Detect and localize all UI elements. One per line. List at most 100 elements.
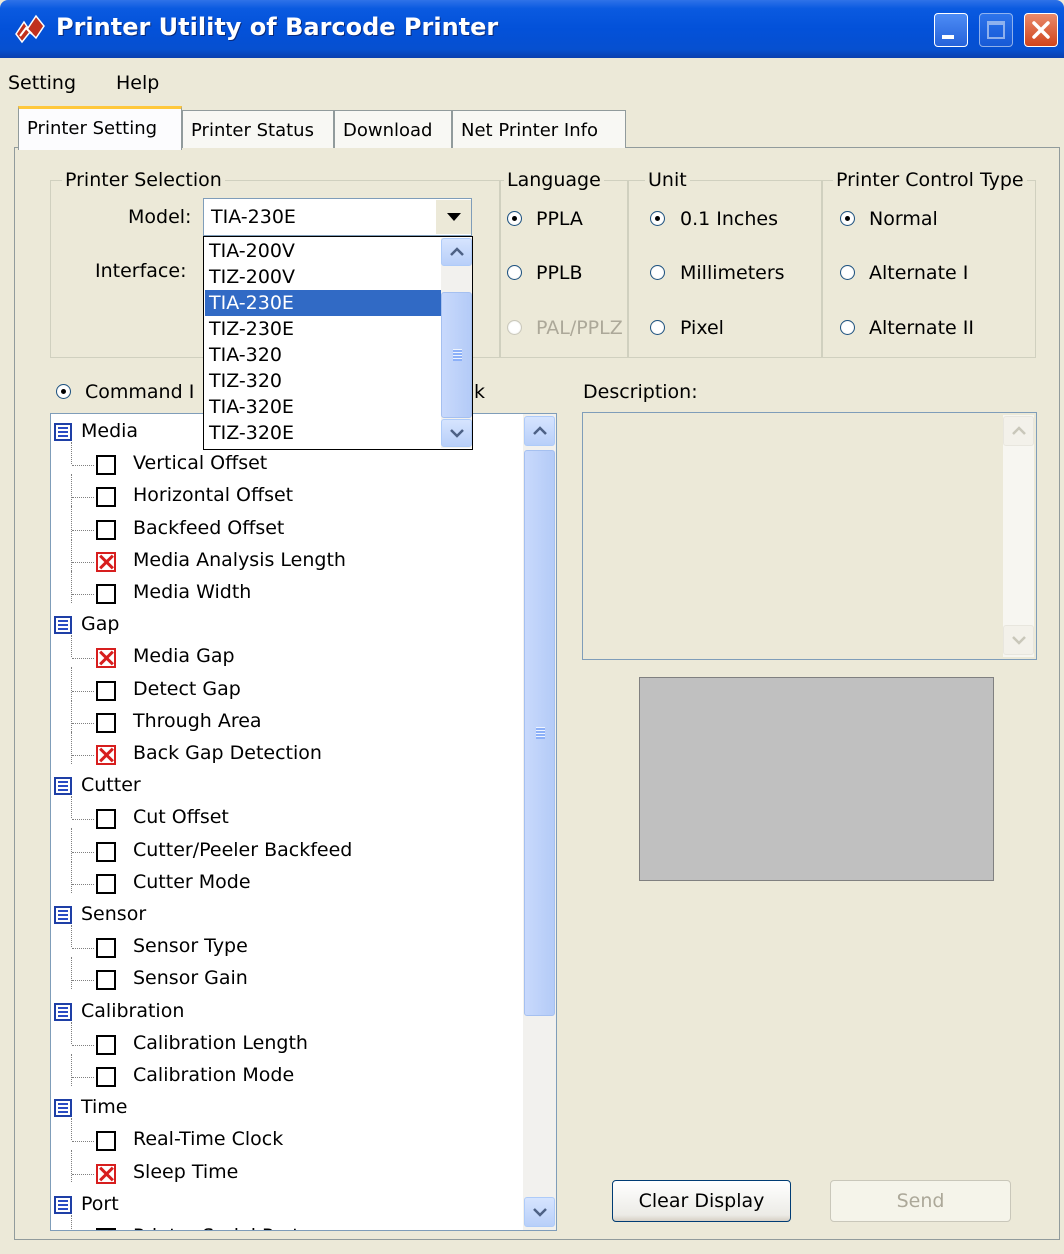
model-option[interactable]: TIZ-320 — [205, 368, 443, 394]
model-option[interactable]: TIA-230E — [205, 290, 443, 316]
tree-item-checkbox[interactable] — [96, 552, 116, 572]
chevron-down-icon — [1011, 636, 1026, 645]
tree-item-label[interactable]: Detect Gap — [133, 678, 241, 700]
tree-item-label[interactable]: Real-Time Clock — [133, 1128, 283, 1150]
tree-item-label[interactable]: Horizontal Offset — [133, 484, 293, 506]
description-box[interactable] — [582, 412, 1037, 660]
tree-item-checkbox[interactable] — [96, 487, 116, 507]
tree-category[interactable]: Calibration — [81, 1000, 184, 1022]
tree-item-label[interactable]: Through Area — [133, 710, 262, 732]
tree-connector — [71, 925, 72, 947]
category-icon — [54, 616, 72, 634]
tree-item-label[interactable]: Printer Serial Port — [133, 1225, 300, 1230]
model-dropdown-list[interactable]: TIA-200V TIZ-200V TIA-230E TIZ-230E TIA-320 T… — [203, 236, 473, 450]
tree-item-label[interactable]: Cut Offset — [133, 806, 229, 828]
tree-item-label[interactable]: Calibration Length — [133, 1032, 308, 1054]
category-icon — [54, 1196, 72, 1214]
tree-connector — [72, 658, 94, 659]
grip-icon — [453, 349, 462, 361]
tree-item-label[interactable]: Sensor Gain — [133, 967, 248, 989]
model-option[interactable]: TIA-200V — [205, 238, 443, 264]
radio-alternate-ii[interactable] — [840, 320, 855, 335]
tab-download[interactable]: Download — [334, 110, 452, 148]
model-option[interactable]: TIA-320 — [205, 342, 443, 368]
tree-category[interactable]: Gap — [81, 613, 119, 635]
tree-connector — [72, 1141, 94, 1142]
tree-connector — [71, 861, 72, 893]
tree-item-checkbox[interactable] — [96, 520, 116, 540]
tab-printer-setting[interactable]: Printer Setting — [18, 106, 182, 150]
tree-item-label[interactable]: Cutter Mode — [133, 871, 251, 893]
radio-command[interactable] — [56, 384, 71, 399]
radio-pixel[interactable] — [650, 320, 665, 335]
tree-connector — [71, 1054, 72, 1086]
tree-item-checkbox[interactable] — [96, 938, 116, 958]
chevron-up-icon — [532, 426, 547, 435]
tree-category[interactable]: Cutter — [81, 774, 141, 796]
dropdown-scroll-up-button[interactable] — [441, 238, 472, 266]
clear-display-button[interactable]: Clear Display — [612, 1180, 791, 1222]
radio-alternate-i[interactable] — [840, 265, 855, 280]
dropdown-scroll-thumb[interactable] — [441, 292, 472, 418]
tree-scroll-up-button[interactable] — [524, 416, 555, 446]
tree-item-checkbox[interactable] — [96, 874, 116, 894]
tree-category[interactable]: Port — [81, 1193, 119, 1215]
tree-item-label[interactable]: Back Gap Detection — [133, 742, 322, 764]
model-option[interactable]: TIA-320E — [205, 394, 443, 420]
radio-ppla[interactable] — [507, 211, 522, 226]
radio-normal[interactable] — [840, 211, 855, 226]
tree-item-checkbox[interactable] — [96, 970, 116, 990]
tree-item-checkbox[interactable] — [96, 1164, 116, 1184]
tree-scroll-thumb[interactable] — [524, 450, 555, 1016]
tree-connector — [72, 819, 94, 820]
close-button[interactable] — [1024, 13, 1058, 47]
dropdown-scrollbar[interactable] — [441, 238, 472, 448]
inches-label: 0.1 Inches — [680, 208, 778, 230]
model-option[interactable]: TIZ-320E — [205, 420, 443, 446]
tree-item-checkbox[interactable] — [96, 1228, 116, 1230]
pixel-label: Pixel — [680, 317, 724, 339]
tab-net-printer-info[interactable]: Net Printer Info — [452, 110, 626, 148]
tree-item-label[interactable]: Sleep Time — [133, 1161, 238, 1183]
alternate-i-label: Alternate I — [869, 262, 969, 284]
tree-item-checkbox[interactable] — [96, 1131, 116, 1151]
model-option[interactable]: TIZ-230E — [205, 316, 443, 342]
tree-item-label[interactable]: Sensor Type — [133, 935, 248, 957]
command-tree[interactable]: Media Vertical Offset Horizontal Offset Bac… — [50, 413, 557, 1231]
radio-pal-pplz — [507, 320, 522, 335]
radio-pplb[interactable] — [507, 265, 522, 280]
tree-item-label[interactable]: Media Analysis Length — [133, 549, 346, 571]
tree-item-label[interactable]: Vertical Offset — [133, 452, 267, 474]
menu-setting[interactable]: Setting — [8, 72, 76, 94]
tree-category[interactable]: Sensor — [81, 903, 146, 925]
tree-item-checkbox[interactable] — [96, 1067, 116, 1087]
dropdown-arrow-icon — [446, 213, 461, 221]
tree-item-checkbox[interactable] — [96, 455, 116, 475]
tree-item-checkbox[interactable] — [96, 584, 116, 604]
tree-item-label[interactable]: Cutter/Peeler Backfeed — [133, 839, 352, 861]
tree-item-label[interactable]: Media Gap — [133, 645, 235, 667]
tree-item-label[interactable]: Media Width — [133, 581, 251, 603]
tree-item-label[interactable]: Calibration Mode — [133, 1064, 294, 1086]
minimize-button[interactable] — [934, 13, 968, 47]
dropdown-scroll-down-button[interactable] — [441, 419, 472, 447]
tree-item-checkbox[interactable] — [96, 713, 116, 733]
tree-item-checkbox[interactable] — [96, 648, 116, 668]
tree-item-checkbox[interactable] — [96, 681, 116, 701]
tree-item-checkbox[interactable] — [96, 809, 116, 829]
tab-printer-status[interactable]: Printer Status — [182, 110, 334, 148]
model-combobox[interactable]: TIA-230E — [203, 198, 472, 236]
tree-item-checkbox[interactable] — [96, 745, 116, 765]
model-dropdown-button[interactable] — [435, 200, 471, 234]
model-option[interactable]: TIZ-200V — [205, 264, 443, 290]
radio-millimeters[interactable] — [650, 265, 665, 280]
menu-help[interactable]: Help — [116, 72, 159, 94]
tree-category[interactable]: Media — [81, 420, 138, 442]
tree-scroll-down-button[interactable] — [524, 1197, 555, 1227]
tree-item-label[interactable]: Backfeed Offset — [133, 517, 284, 539]
tree-category[interactable]: Time — [81, 1096, 128, 1118]
tree-item-checkbox[interactable] — [96, 842, 116, 862]
tree-scrollbar[interactable] — [523, 414, 556, 1230]
radio-0-1-inches[interactable] — [650, 211, 665, 226]
tree-item-checkbox[interactable] — [96, 1035, 116, 1055]
